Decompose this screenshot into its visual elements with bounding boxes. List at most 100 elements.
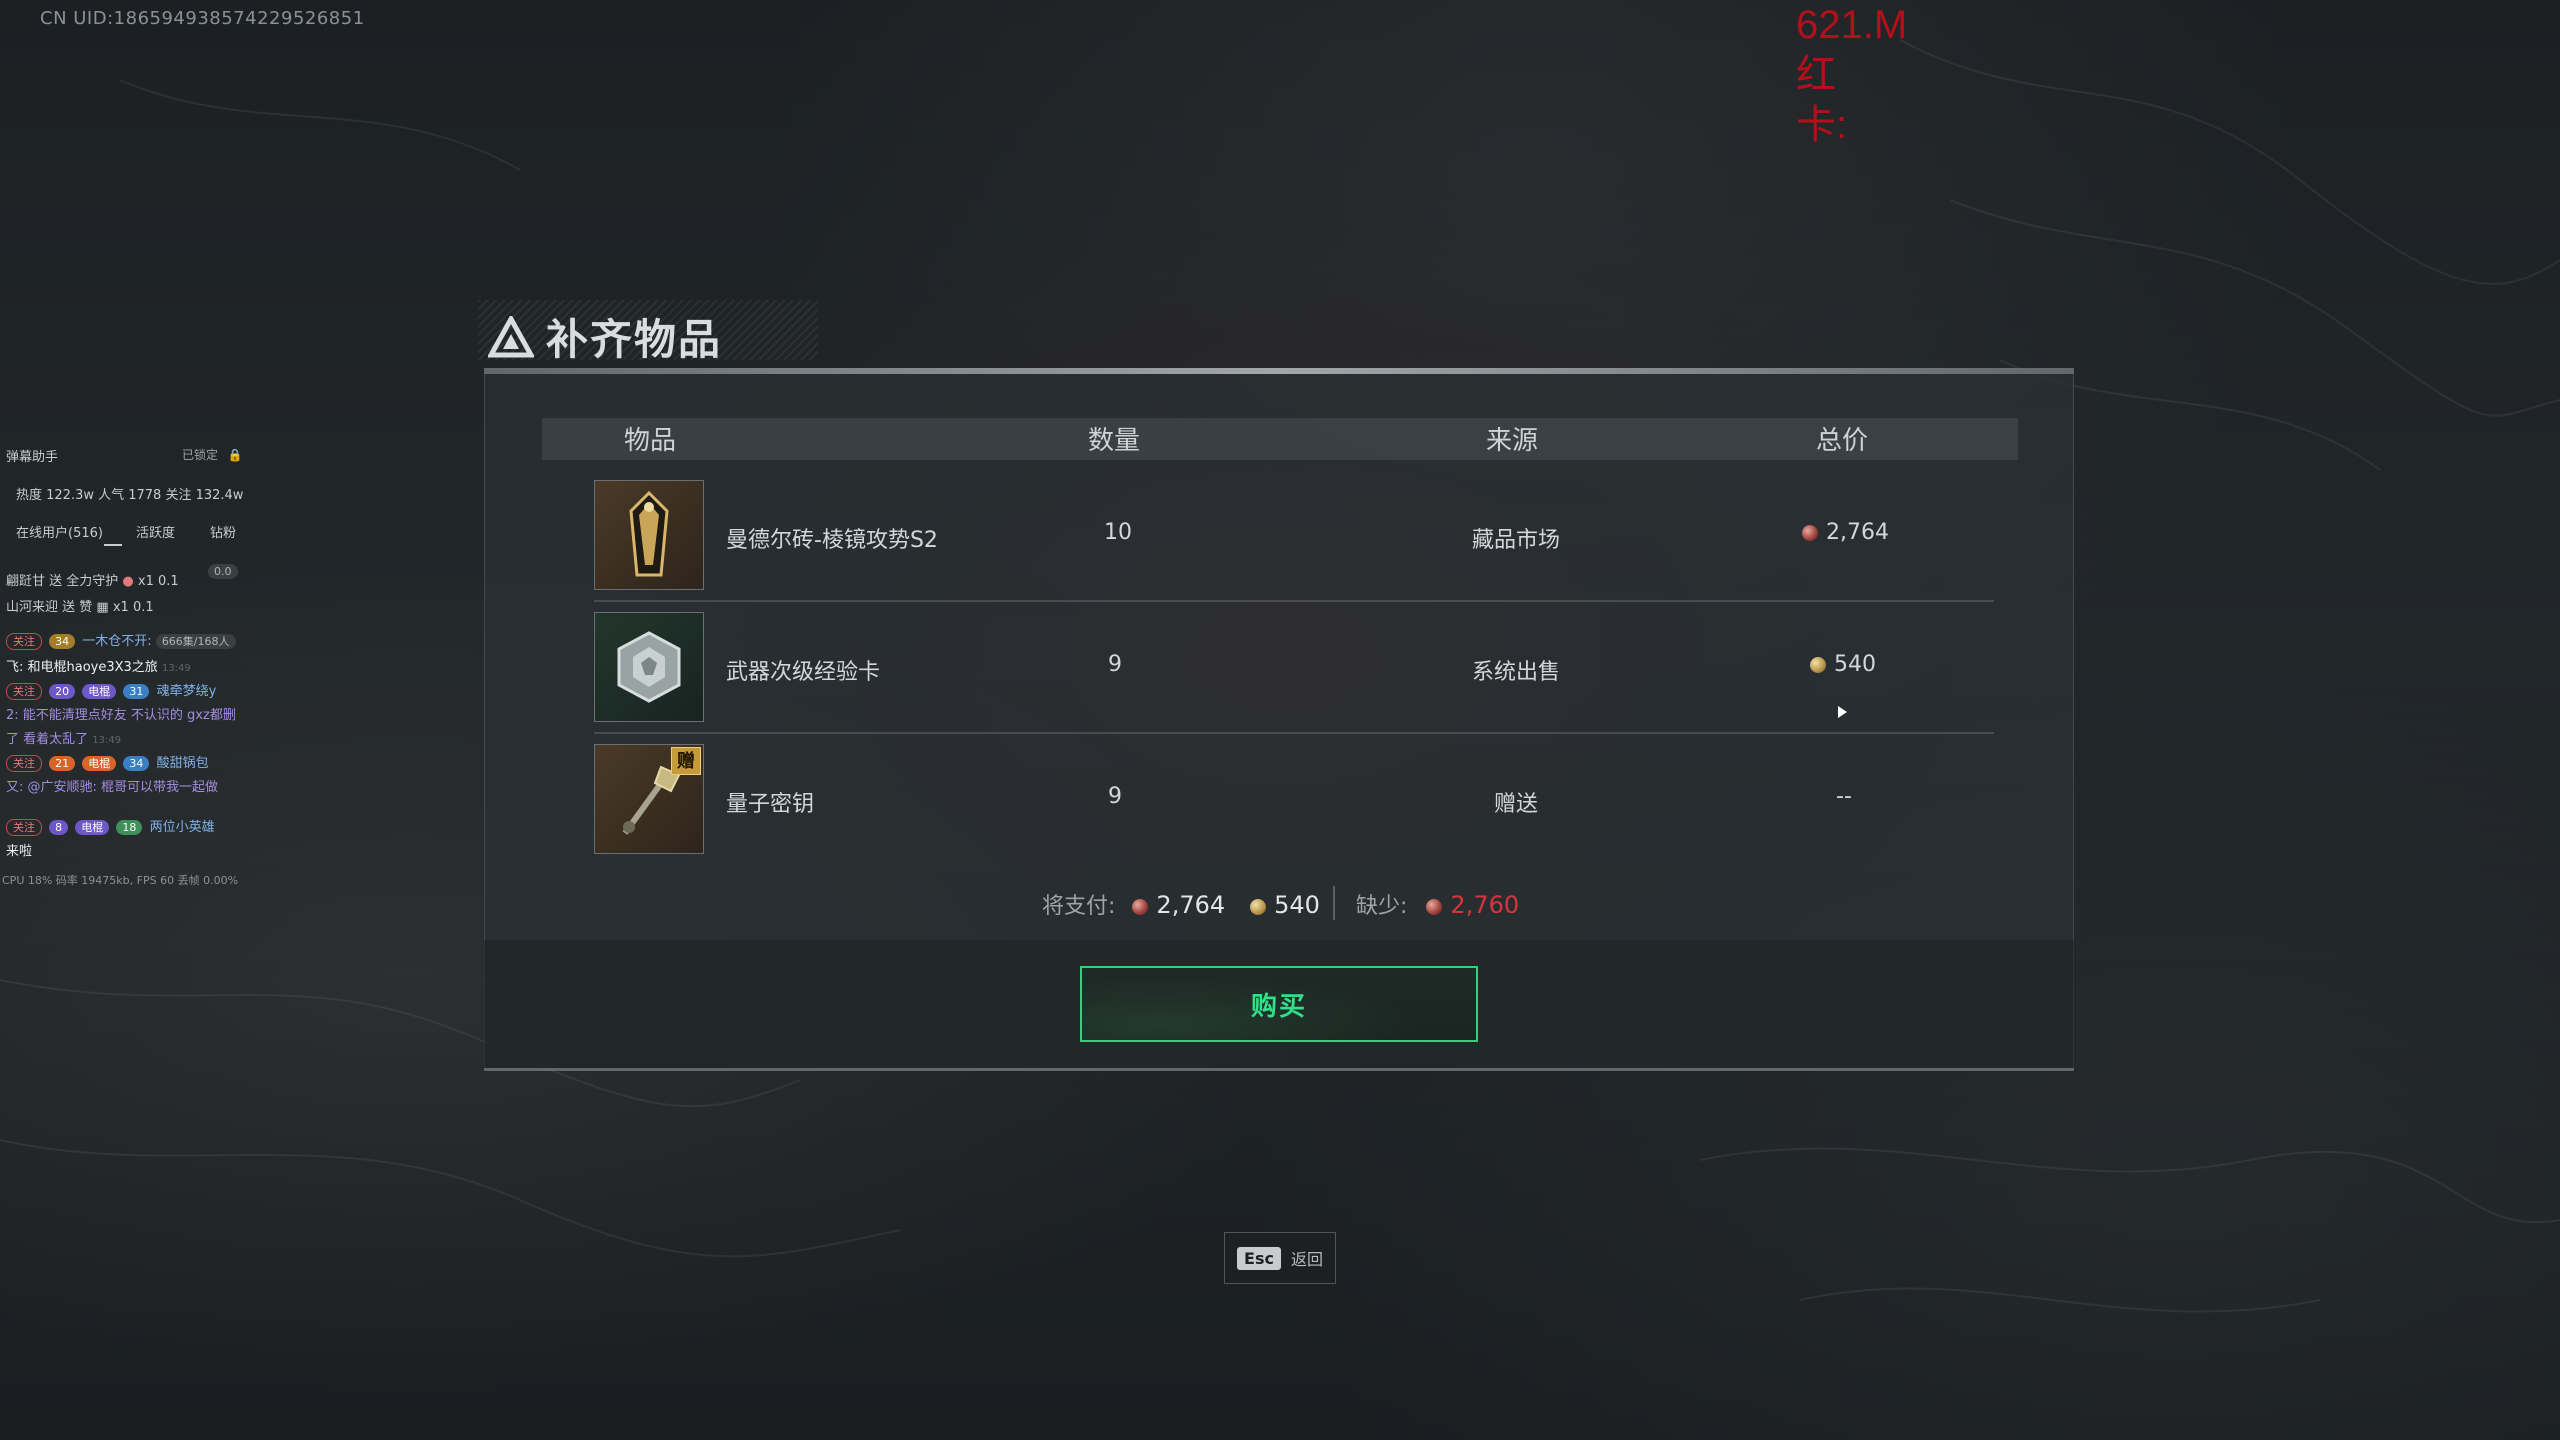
stream-stats: 热度 122.3w 人气 1778 关注 132.4w — [16, 488, 244, 503]
weapon-exp-card-icon — [617, 631, 681, 703]
gift-2-text: 山河来迎 送 赞 — [6, 600, 93, 615]
chat-message-7: 又: @广安顺驰: 棍哥可以带我一起做 — [6, 780, 219, 795]
item-quantity: 10 — [1104, 520, 1132, 545]
item-price: -- — [1836, 784, 1852, 809]
chat-message-6: 关注 21 电棍 34 酸甜锅包 — [6, 752, 209, 772]
summary-divider — [1333, 886, 1335, 920]
chat-time: 13:49 — [161, 663, 191, 674]
fan-tag: 电棍 — [75, 820, 110, 835]
buy-button-label: 购买 — [1250, 991, 1307, 1022]
gift-message-2: 山河来迎 送 赞 ▦ x1 0.1 — [6, 596, 154, 615]
item-quantity: 9 — [1108, 784, 1122, 809]
level-tag: 34 — [49, 634, 76, 649]
chat-message-4: 2: 能不能清理点好友 不认识的 gxz都删 — [6, 708, 236, 723]
follow-tag: 关注 — [6, 683, 42, 700]
dialog-title: 补齐物品 — [488, 306, 722, 367]
gift-1-text: 翩跹甘 送 全力守护 — [6, 574, 119, 589]
table-header — [542, 418, 2018, 460]
payment-summary: 将支付: 2,764 540 — [1042, 888, 1320, 920]
lock-label-text: 已锁定 — [182, 448, 219, 462]
gold-coin-icon — [1250, 899, 1267, 915]
chat-count-tag: 666集/168人 — [155, 634, 236, 649]
pay-gold-amount: 540 — [1274, 891, 1320, 919]
user-level-tag: 31 — [123, 684, 150, 699]
shortage-amount: 2,760 — [1450, 891, 1520, 919]
chat-text: 了 看着太乱了 — [6, 732, 89, 747]
zero-badge: 0.0 — [208, 564, 241, 579]
level-tag: 20 — [49, 684, 76, 699]
chat-text: 飞: 和电棍haoye3X3之旅 — [6, 660, 158, 675]
stream-tab-activity[interactable]: 活跃度 — [136, 522, 175, 541]
mouse-cursor-icon — [1838, 706, 1847, 718]
item-thumbnail[interactable]: 赠 — [594, 744, 704, 854]
lock-label[interactable]: 已锁定 🔒 — [182, 446, 243, 463]
gift-message-1: 翩跹甘 送 全力守护 ● x1 0.1 — [6, 570, 179, 589]
follow-tag: 关注 — [6, 755, 42, 772]
gift-1-icon: ● — [122, 574, 134, 589]
item-quantity: 9 — [1108, 652, 1122, 677]
item-name: 武器次级经验卡 — [726, 660, 881, 685]
user-level-tag: 18 — [116, 820, 143, 835]
chat-username: 一木仓不开: — [82, 634, 152, 649]
fan-tag: 电棍 — [82, 756, 117, 771]
stream-tab-users[interactable]: 在线用户(516) — [16, 522, 103, 541]
red-coin-icon — [1426, 899, 1443, 915]
item-thumbnail[interactable] — [594, 612, 704, 722]
level-tag: 21 — [49, 756, 76, 771]
shortage-summary: 缺少: 2,760 — [1356, 888, 1519, 920]
pay-red-amount: 2,764 — [1156, 891, 1226, 919]
red-overlay-line-3: 卡: — [1796, 103, 1848, 147]
gift-1-extra: 0.1 — [158, 574, 179, 589]
gift-1-count: x1 — [137, 574, 154, 589]
buy-button[interactable]: 购买 — [1080, 966, 1478, 1042]
chat-message-1: 关注 34 一木仓不开: 666集/168人 — [6, 630, 239, 650]
dialog-title-text: 补齐物品 — [546, 315, 723, 364]
stream-tab-fans[interactable]: 钻粉 — [210, 522, 236, 541]
chat-message-5: 了 看着太乱了 13:49 — [6, 728, 121, 747]
uid-label: CN UID:18659493857422952685​1 — [40, 8, 365, 29]
chat-time: 13:49 — [92, 735, 122, 746]
esc-back-label: 返回 — [1290, 1250, 1323, 1269]
mandel-brick-icon — [629, 490, 669, 577]
active-tab-indicator — [104, 544, 122, 546]
red-overlay-line-1: 621.M — [1796, 3, 1908, 47]
chat-username: 两位小英雄 — [149, 820, 215, 835]
user-level-tag: 34 — [123, 756, 150, 771]
row-divider — [594, 732, 1994, 734]
lock-icon: 🔒 — [227, 448, 243, 462]
chat-message-2: 飞: 和电棍haoye3X3之旅 13:49 — [6, 656, 191, 675]
gift-2-icon: ▦ — [96, 600, 109, 615]
column-header-total-price: 总价 — [1816, 426, 1869, 456]
red-overlay-line-2: 红 — [1796, 53, 1836, 97]
chat-message-3: 关注 20 电棍 31 魂牵梦绕y — [6, 680, 216, 700]
column-header-quantity: 数量 — [1088, 426, 1141, 456]
chat-username: 魂牵梦绕y — [156, 684, 217, 699]
chat-username: 酸甜锅包 — [156, 756, 209, 771]
gift-badge: 赠 — [671, 747, 701, 775]
item-name: 曼德尔砖-棱镜攻势S2 — [726, 528, 938, 553]
gold-coin-icon — [1810, 657, 1826, 673]
gift-2-count: x1 — [112, 600, 129, 615]
follow-tag: 关注 — [6, 819, 42, 836]
item-source: 系统出售 — [1472, 660, 1561, 685]
item-thumbnail[interactable] — [594, 480, 704, 590]
red-coin-icon — [1132, 899, 1149, 915]
column-header-item: 物品 — [624, 426, 677, 456]
column-header-source: 来源 — [1486, 426, 1539, 456]
red-coin-icon — [1802, 525, 1818, 541]
item-source: 赠送 — [1494, 792, 1539, 817]
chat-message-9: 来啦 — [6, 844, 33, 859]
esc-back-button[interactable]: Esc 返回 — [1224, 1232, 1336, 1284]
follow-tag: 关注 — [6, 633, 42, 650]
gift-2-extra: 0.1 — [132, 600, 154, 615]
item-price: 2,764 — [1802, 520, 1889, 545]
red-overlay-text: 621.M 红 卡: — [1796, 0, 1907, 150]
esc-key-icon: Esc — [1237, 1246, 1281, 1270]
item-name: 量子密钥 — [726, 792, 815, 817]
item-price-value: 540 — [1834, 652, 1876, 677]
item-price: 540 — [1810, 652, 1876, 677]
item-source: 藏品市场 — [1472, 528, 1561, 553]
stream-panel-title: 弹幕助手 — [6, 450, 59, 465]
item-price-value: 2,764 — [1826, 520, 1889, 545]
perf-stats: CPU 18% 码率 19475kb, FPS 60 丢帧 0.00% — [2, 874, 239, 887]
